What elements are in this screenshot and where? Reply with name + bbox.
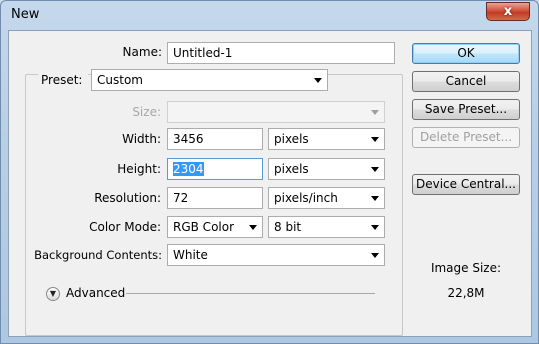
color-mode-value: RGB Color <box>173 220 235 234</box>
resolution-label: Resolution: <box>94 191 161 205</box>
name-label: Name: <box>122 45 162 59</box>
close-button[interactable]: x <box>486 2 530 21</box>
color-mode-label: Color Mode: <box>89 220 161 234</box>
resolution-value: 72 <box>173 191 189 205</box>
preset-label: Preset: <box>38 73 88 87</box>
advanced-divider <box>126 293 375 294</box>
triangle-down-icon <box>371 110 379 115</box>
dialog-title: New <box>11 7 40 22</box>
height-label: Height: <box>117 162 161 176</box>
device-central-button[interactable]: Device Central... <box>412 174 520 195</box>
cancel-button[interactable]: Cancel <box>412 71 520 92</box>
delete-preset-button: Delete Preset... <box>412 127 520 148</box>
background-contents-dropdown[interactable]: White <box>167 244 385 266</box>
height-value: 2304 <box>173 162 204 176</box>
save-preset-button[interactable]: Save Preset... <box>412 99 520 120</box>
name-value: Untitled-1 <box>173 46 233 60</box>
background-contents-value: White <box>173 248 208 262</box>
ok-button[interactable]: OK <box>412 43 520 64</box>
width-input[interactable]: 3456 <box>167 128 263 150</box>
bit-depth-value: 8 bit <box>274 220 302 234</box>
triangle-down-icon <box>371 167 379 172</box>
triangle-down-icon <box>371 225 379 230</box>
bit-depth-dropdown[interactable]: 8 bit <box>268 216 385 238</box>
resolution-input[interactable]: 72 <box>167 187 263 209</box>
size-label: Size: <box>132 105 161 119</box>
background-contents-label: Background Contents: <box>34 248 162 262</box>
title-bar[interactable]: New x <box>1 1 538 29</box>
preset-dropdown[interactable]: Custom <box>91 69 328 91</box>
width-label: Width: <box>122 132 161 146</box>
width-value: 3456 <box>173 132 204 146</box>
height-unit-value: pixels <box>274 162 309 176</box>
triangle-down-icon <box>371 196 379 201</box>
size-dropdown <box>167 101 385 123</box>
resolution-unit-dropdown[interactable]: pixels/inch <box>268 187 385 209</box>
dialog-body: Name: Untitled-1 Preset: Custom Size: Wi… <box>8 30 532 337</box>
double-chevron-down-icon[interactable]: ▼ <box>46 287 60 301</box>
width-unit-dropdown[interactable]: pixels <box>268 128 385 150</box>
name-input[interactable]: Untitled-1 <box>167 42 395 64</box>
height-unit-dropdown[interactable]: pixels <box>268 158 385 180</box>
resolution-unit-value: pixels/inch <box>274 191 338 205</box>
advanced-label[interactable]: Advanced <box>66 286 125 300</box>
triangle-down-icon <box>314 78 322 83</box>
triangle-down-icon <box>249 225 257 230</box>
new-document-dialog: New x Name: Untitled-1 Preset: Custom Si… <box>0 0 539 344</box>
width-unit-value: pixels <box>274 132 309 146</box>
height-input[interactable]: 2304 <box>167 158 263 180</box>
triangle-down-icon <box>371 137 379 142</box>
color-mode-dropdown[interactable]: RGB Color <box>167 216 263 238</box>
preset-value: Custom <box>97 73 143 87</box>
close-icon: x <box>503 4 513 19</box>
triangle-down-icon <box>371 253 379 258</box>
image-size-value: 22,8M <box>447 286 485 300</box>
image-size-label: Image Size: <box>430 261 502 275</box>
